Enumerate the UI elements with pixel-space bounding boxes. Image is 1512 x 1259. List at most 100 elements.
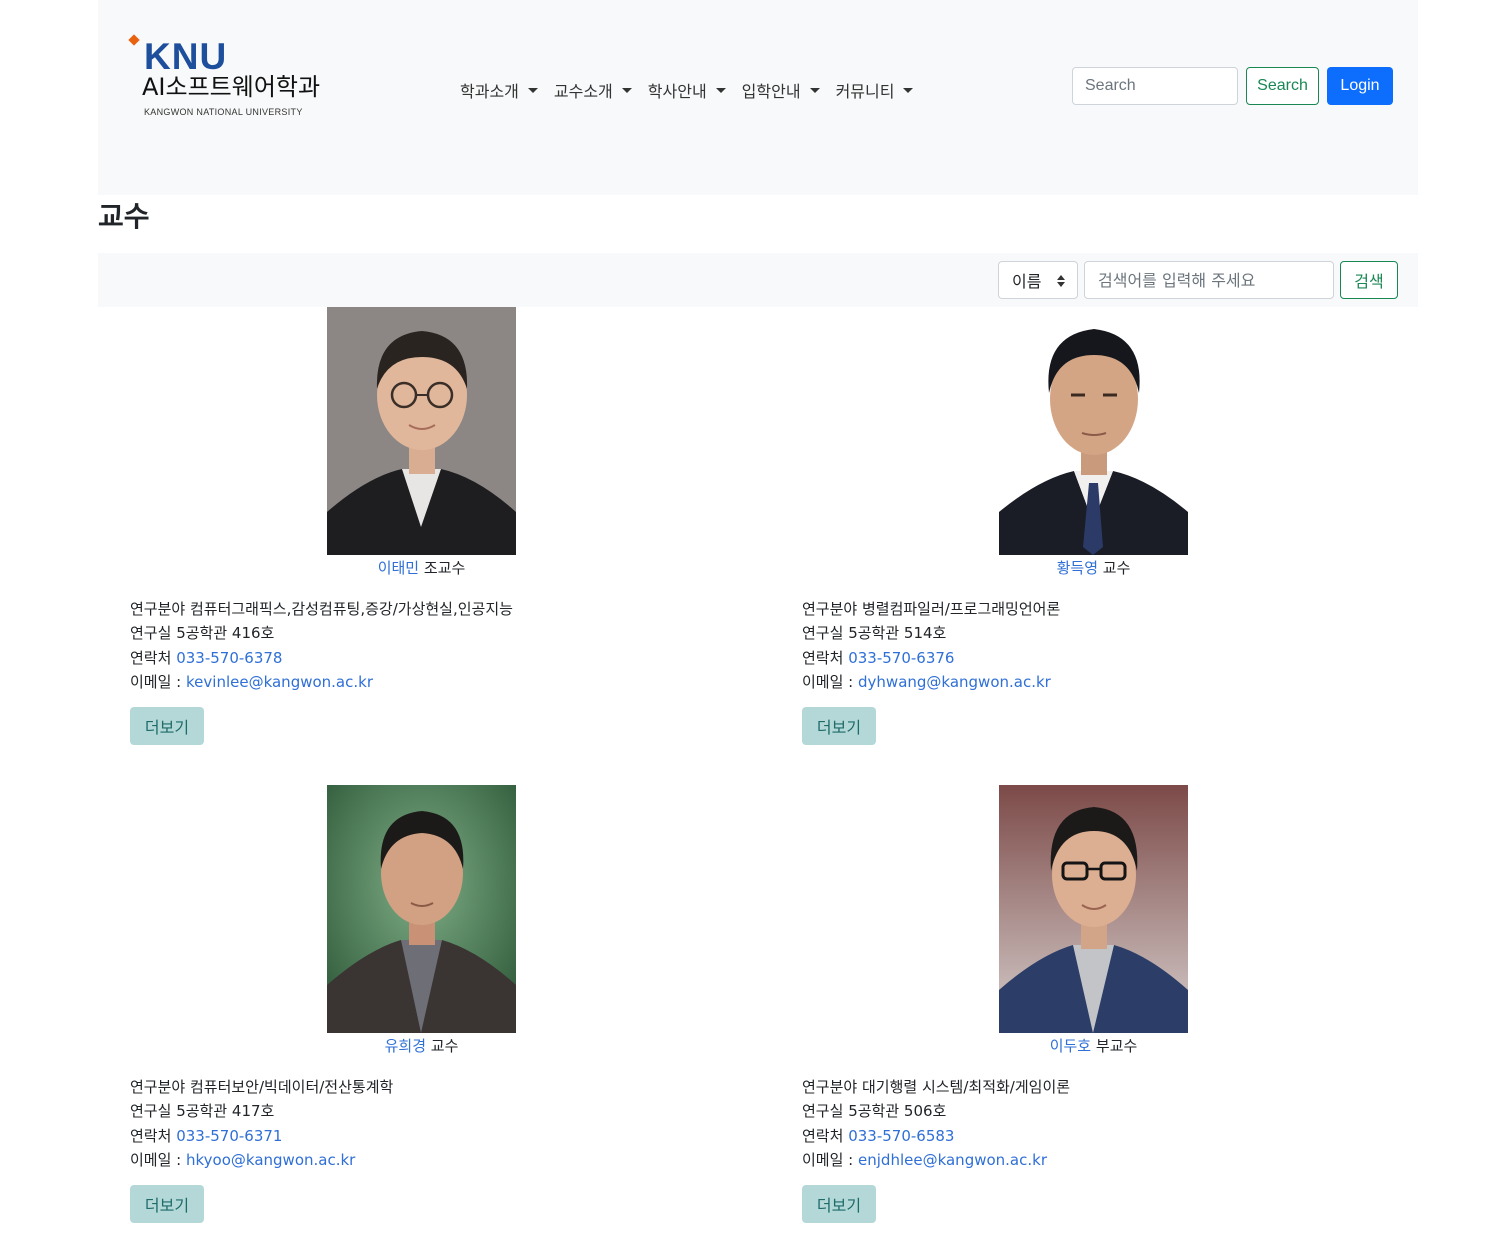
office-value: 5공학관 514호 — [848, 624, 947, 643]
more-button[interactable]: 더보기 — [130, 707, 204, 745]
research-field-value: 컴퓨터보안/빅데이터/전산통계학 — [189, 1078, 394, 1096]
office-label: 연구실 — [130, 624, 172, 643]
phone-link[interactable]: 033-570-6378 — [176, 649, 282, 667]
nav-label: 교수소개 — [553, 82, 613, 101]
field-label: 연구분야 — [130, 1078, 186, 1096]
research-field-row: 연구분야 병렬컴파일러/프로그래밍언어론 — [802, 597, 1060, 621]
professor-info: 연구분야 대기행렬 시스템/최적화/게임이론 연구실 5공학관 506호 연락처… — [802, 1075, 1070, 1172]
professor-photo — [999, 785, 1188, 1033]
logo-accent-icon — [128, 34, 140, 46]
email-link[interactable]: enjdhlee@kangwon.ac.kr — [858, 1151, 1047, 1169]
professor-card: 유희경 교수 연구분야 컴퓨터보안/빅데이터/전산통계학 연구실 5공학관 41… — [130, 785, 690, 1225]
more-button[interactable]: 더보기 — [130, 1185, 204, 1223]
professor-name-link[interactable]: 이두호 — [1050, 1037, 1091, 1055]
professor-name-link[interactable]: 이태민 — [378, 559, 419, 577]
email-link[interactable]: kevinlee@kangwon.ac.kr — [186, 673, 373, 691]
contact-row: 연락처 033-570-6376 — [802, 646, 1060, 670]
nav-label: 커뮤니티 — [835, 82, 895, 101]
knu-logo[interactable]: KNU AI소프트웨어학과 KANGWON NATIONAL UNIVERSIT… — [128, 34, 358, 124]
chevron-down-icon — [809, 87, 820, 93]
nav-label: 입학안내 — [741, 82, 801, 101]
contact-label: 연락처 — [130, 1126, 172, 1145]
professor-name-link[interactable]: 유희경 — [385, 1037, 426, 1055]
professor-card: 황득영 교수 연구분야 병렬컴파일러/프로그래밍언어론 연구실 5공학관 514… — [802, 307, 1362, 747]
office-label: 연구실 — [130, 1102, 172, 1121]
research-field-value: 컴퓨터그래픽스,감성컴퓨팅,증강/가상현실,인공지능 — [189, 600, 513, 618]
phone-link[interactable]: 033-570-6583 — [848, 1127, 954, 1145]
office-label: 연구실 — [802, 624, 844, 643]
more-button[interactable]: 더보기 — [802, 1185, 876, 1223]
logo-brand: KNU — [144, 36, 228, 77]
nav-community[interactable]: 커뮤니티 — [836, 78, 914, 102]
office-row: 연구실 5공학관 506호 — [802, 1099, 1070, 1123]
header-navbar: KNU AI소프트웨어학과 KANGWON NATIONAL UNIVERSIT… — [98, 0, 1418, 195]
chevron-down-icon — [621, 87, 632, 93]
contact-row: 연락처 033-570-6378 — [130, 646, 513, 670]
contact-row: 연락처 033-570-6583 — [802, 1124, 1070, 1148]
contact-label: 연락처 — [802, 648, 844, 667]
chevron-down-icon — [903, 87, 914, 93]
nav-admission-info[interactable]: 입학안내 — [742, 78, 820, 102]
professor-info: 연구분야 병렬컴파일러/프로그래밍언어론 연구실 5공학관 514호 연락처 0… — [802, 597, 1060, 694]
header-search-button[interactable]: Search — [1246, 67, 1319, 105]
keyword-input[interactable] — [1084, 261, 1334, 299]
email-row: 이메일 : enjdhlee@kangwon.ac.kr — [802, 1148, 1070, 1172]
office-row: 연구실 5공학관 514호 — [802, 621, 1060, 645]
login-button[interactable]: Login — [1327, 67, 1393, 105]
research-field-value: 대기행렬 시스템/최적화/게임이론 — [861, 1078, 1071, 1096]
email-row: 이메일 : dyhwang@kangwon.ac.kr — [802, 670, 1060, 694]
office-row: 연구실 5공학관 417호 — [130, 1099, 393, 1123]
professor-photo — [327, 307, 516, 555]
professor-name-link[interactable]: 황득영 — [1057, 559, 1098, 577]
professor-info: 연구분야 컴퓨터보안/빅데이터/전산통계학 연구실 5공학관 417호 연락처 … — [130, 1075, 393, 1172]
logo-dept-name: AI소프트웨어학과 — [142, 73, 321, 101]
email-label: 이메일 : — [802, 672, 854, 691]
professor-name-line: 이태민 조교수 — [130, 557, 713, 578]
search-type-value: 이름 — [1012, 272, 1042, 291]
contact-row: 연락처 033-570-6371 — [130, 1124, 393, 1148]
professor-name-line: 황득영 교수 — [802, 557, 1385, 578]
phone-link[interactable]: 033-570-6376 — [848, 649, 954, 667]
nav-academic-info[interactable]: 학사안내 — [648, 78, 726, 102]
logo-university-name: KANGWON NATIONAL UNIVERSITY — [144, 107, 303, 117]
portrait-image — [999, 307, 1188, 555]
professor-photo — [327, 785, 516, 1033]
more-button[interactable]: 더보기 — [802, 707, 876, 745]
email-row: 이메일 : kevinlee@kangwon.ac.kr — [130, 670, 513, 694]
nav-label: 학사안내 — [647, 82, 707, 101]
professor-rank: 부교수 — [1095, 1037, 1138, 1055]
professor-name-line: 유희경 교수 — [130, 1035, 713, 1056]
contact-label: 연락처 — [130, 648, 172, 667]
professor-rank: 교수 — [1102, 559, 1131, 577]
page-title: 교수 — [98, 200, 150, 233]
phone-link[interactable]: 033-570-6371 — [176, 1127, 282, 1145]
field-label: 연구분야 — [802, 1078, 858, 1096]
professor-rank: 교수 — [430, 1037, 459, 1055]
email-link[interactable]: dyhwang@kangwon.ac.kr — [858, 673, 1051, 691]
research-field-row: 연구분야 대기행렬 시스템/최적화/게임이론 — [802, 1075, 1070, 1099]
research-field-row: 연구분야 컴퓨터그래픽스,감성컴퓨팅,증강/가상현실,인공지능 — [130, 597, 513, 621]
search-filter-bar: 이름 검색 — [98, 253, 1418, 307]
office-value: 5공학관 416호 — [176, 624, 275, 643]
field-label: 연구분야 — [802, 600, 858, 618]
search-type-select[interactable]: 이름 — [998, 261, 1078, 299]
nav-dept-intro[interactable]: 학과소개 — [460, 78, 538, 102]
email-label: 이메일 : — [802, 1150, 854, 1169]
professor-info: 연구분야 컴퓨터그래픽스,감성컴퓨팅,증강/가상현실,인공지능 연구실 5공학관… — [130, 597, 513, 694]
office-row: 연구실 5공학관 416호 — [130, 621, 513, 645]
office-label: 연구실 — [802, 1102, 844, 1121]
header-search-input[interactable] — [1072, 67, 1238, 105]
email-row: 이메일 : hkyoo@kangwon.ac.kr — [130, 1148, 393, 1172]
office-value: 5공학관 506호 — [848, 1102, 947, 1121]
research-field-row: 연구분야 컴퓨터보안/빅데이터/전산통계학 — [130, 1075, 393, 1099]
keyword-search-button[interactable]: 검색 — [1340, 261, 1398, 299]
email-link[interactable]: hkyoo@kangwon.ac.kr — [186, 1151, 355, 1169]
office-value: 5공학관 417호 — [176, 1102, 275, 1121]
contact-label: 연락처 — [802, 1126, 844, 1145]
professor-rank: 조교수 — [423, 559, 466, 577]
select-arrows-icon — [1057, 275, 1065, 287]
email-label: 이메일 : — [130, 1150, 182, 1169]
professor-card: 이두호 부교수 연구분야 대기행렬 시스템/최적화/게임이론 연구실 5공학관 … — [802, 785, 1362, 1225]
professor-photo — [999, 307, 1188, 555]
nav-faculty-intro[interactable]: 교수소개 — [554, 78, 632, 102]
